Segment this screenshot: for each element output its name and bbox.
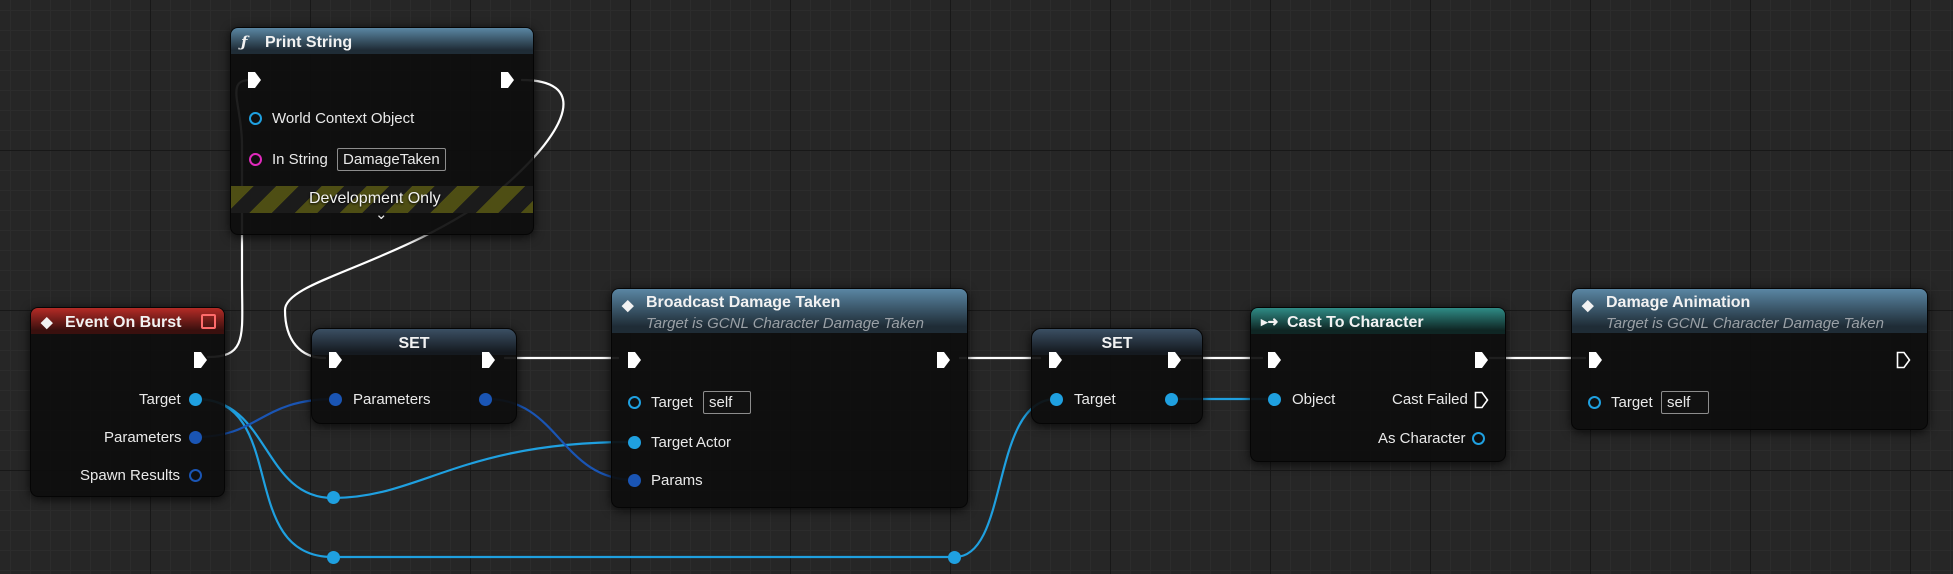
parameters-out-pin[interactable] xyxy=(189,431,202,444)
delegate-pin-icon[interactable] xyxy=(201,314,216,329)
function-icon: ◆ xyxy=(622,297,634,314)
parameters-label: Parameters xyxy=(353,391,431,408)
exec-in-pin[interactable] xyxy=(247,71,262,89)
cast-failed-label: Cast Failed xyxy=(1392,391,1468,408)
target-in-pin[interactable] xyxy=(628,396,641,409)
broadcast-damage-taken-header[interactable]: ◆ Broadcast Damage Taken Target is GCNL … xyxy=(612,289,967,333)
function-icon: ◆ xyxy=(1582,297,1594,314)
print-string-title: Print String xyxy=(265,34,353,51)
broadcast-damage-taken-subtitle: Target is GCNL Character Damage Taken xyxy=(646,315,924,332)
spawn-results-pin[interactable] xyxy=(189,469,202,482)
cast-to-character-header[interactable]: ▸➜ Cast To Character xyxy=(1251,308,1505,334)
damage-animation-subtitle: Target is GCNL Character Damage Taken xyxy=(1606,315,1884,332)
exec-out-pin[interactable] xyxy=(481,351,496,369)
parameters-label: Parameters xyxy=(104,429,182,446)
exec-out-pin[interactable] xyxy=(1896,351,1911,369)
target-label: Target xyxy=(651,394,693,411)
exec-in-pin[interactable] xyxy=(1048,351,1063,369)
parameters-in-pin[interactable] xyxy=(329,393,342,406)
target-out-pin[interactable] xyxy=(1165,393,1178,406)
exec-out-pin[interactable] xyxy=(1167,351,1182,369)
object-in-pin[interactable] xyxy=(1268,393,1281,406)
event-on-burst-header[interactable]: ◆ Event On Burst xyxy=(31,308,224,334)
damage-animation-header[interactable]: ◆ Damage Animation Target is GCNL Charac… xyxy=(1572,289,1927,333)
damage-animation-title: Damage Animation xyxy=(1606,294,1751,311)
target-self-input[interactable]: self xyxy=(703,391,751,414)
set-target-title: SET xyxy=(1101,335,1133,352)
target-in-pin[interactable] xyxy=(1588,396,1601,409)
set-parameters-node[interactable]: SET xyxy=(311,328,517,424)
target-self-input[interactable]: self xyxy=(1661,391,1709,414)
parameters-out-pin[interactable] xyxy=(479,393,492,406)
reroute-knot[interactable] xyxy=(327,551,340,564)
exec-in-pin[interactable] xyxy=(627,351,642,369)
target-actor-label: Target Actor xyxy=(651,434,732,451)
target-out-pin[interactable] xyxy=(189,393,202,406)
exec-out-pin[interactable] xyxy=(500,71,515,89)
exec-out-pin[interactable] xyxy=(936,351,951,369)
cast-icon: ▸➜ xyxy=(1261,314,1279,329)
cast-failed-exec-pin[interactable] xyxy=(1474,391,1489,409)
exec-in-pin[interactable] xyxy=(1267,351,1282,369)
params-label: Params xyxy=(651,472,703,489)
event-on-burst-title: Event On Burst xyxy=(65,314,182,331)
in-string-label: In String xyxy=(272,151,328,168)
event-icon: ◆ xyxy=(41,314,53,331)
print-string-header[interactable]: ƒ Print String xyxy=(231,28,533,54)
set-target-node[interactable]: SET xyxy=(1031,328,1203,424)
reroute-knot[interactable] xyxy=(327,491,340,504)
target-actor-in-pin[interactable] xyxy=(628,436,641,449)
broadcast-damage-taken-title: Broadcast Damage Taken xyxy=(646,294,841,311)
exec-out-pin[interactable] xyxy=(1474,351,1489,369)
params-in-pin[interactable] xyxy=(628,474,641,487)
world-context-pin[interactable] xyxy=(249,112,262,125)
in-string-pin[interactable] xyxy=(249,153,262,166)
exec-in-pin[interactable] xyxy=(328,351,343,369)
set-parameters-title: SET xyxy=(398,335,430,352)
as-character-label: As Character xyxy=(1378,430,1466,447)
reroute-knot[interactable] xyxy=(948,551,961,564)
function-icon: ƒ xyxy=(241,33,248,51)
exec-in-pin[interactable] xyxy=(1588,351,1603,369)
target-label: Target xyxy=(139,391,181,408)
object-label: Object xyxy=(1292,391,1336,408)
expand-chevron-icon[interactable]: ⌄ xyxy=(375,205,388,223)
in-string-input[interactable]: DamageTaken xyxy=(337,148,446,171)
target-label: Target xyxy=(1074,391,1116,408)
exec-out-pin[interactable] xyxy=(193,351,208,369)
cast-to-character-title: Cast To Character xyxy=(1287,314,1424,331)
target-in-pin[interactable] xyxy=(1050,393,1063,406)
target-label: Target xyxy=(1611,394,1653,411)
as-character-pin[interactable] xyxy=(1472,432,1485,445)
spawn-results-label: Spawn Results xyxy=(80,467,181,484)
world-context-label: World Context Object xyxy=(272,110,415,127)
